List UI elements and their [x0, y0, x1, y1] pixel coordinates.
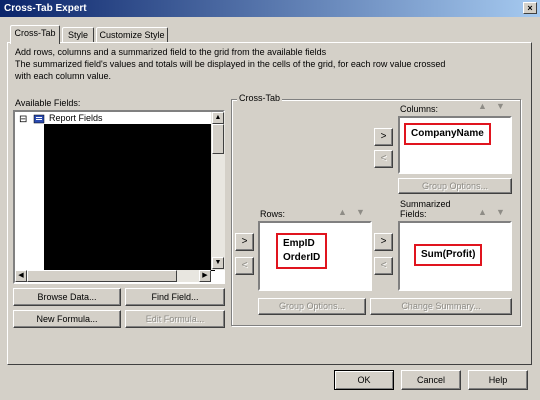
edit-formula-button[interactable]: Edit Formula...	[125, 310, 225, 328]
scroll-left-icon[interactable]: ◀	[15, 270, 27, 282]
tab-cross-tab[interactable]: Cross-Tab	[10, 25, 60, 44]
row-group-options-button[interactable]: Group Options...	[258, 298, 366, 315]
scroll-right-icon[interactable]: ▶	[199, 270, 211, 282]
scroll-down-icon[interactable]: ▼	[212, 257, 224, 269]
move-up-icon[interactable]: ▲	[478, 101, 487, 111]
summarized-fields-label: Summarized	[400, 199, 451, 209]
move-down-icon[interactable]: ▼	[356, 207, 365, 217]
description-line: The summarized field's values and totals…	[15, 59, 446, 69]
tree-root-label[interactable]: Report Fields	[49, 113, 103, 123]
column-group-options-button[interactable]: Group Options...	[398, 178, 512, 194]
change-summary-button[interactable]: Change Summary...	[370, 298, 512, 315]
tab-label: Style	[67, 30, 88, 40]
find-field-button[interactable]: Find Field...	[125, 288, 225, 306]
rows-label: Rows:	[260, 209, 286, 219]
move-up-icon[interactable]: ▲	[338, 207, 347, 217]
cross-tab-group-title: Cross-Tab	[237, 93, 283, 103]
cancel-button[interactable]: Cancel	[401, 370, 461, 390]
add-column-button[interactable]: >	[374, 128, 393, 146]
tab-label: Cross-Tab	[14, 28, 56, 38]
summarized-fields-list[interactable]: Sum(Profit)	[398, 221, 512, 291]
add-row-button[interactable]: >	[235, 233, 254, 251]
tab-style[interactable]: Style	[62, 27, 94, 43]
help-button[interactable]: Help	[468, 370, 528, 390]
move-up-icon[interactable]: ▲	[478, 207, 487, 217]
add-summarized-field-button[interactable]: >	[374, 233, 393, 251]
close-button[interactable]: ×	[523, 2, 537, 14]
move-down-icon[interactable]: ▼	[496, 207, 505, 217]
available-fields-label: Available Fields:	[15, 98, 81, 108]
rows-list[interactable]: EmpID OrderID	[258, 221, 372, 291]
tab-label: Customize Style	[99, 30, 165, 40]
column-field-item[interactable]: CompanyName	[404, 123, 491, 145]
horizontal-scrollbar[interactable]: ◀ ▶	[15, 270, 211, 282]
close-icon: ×	[527, 3, 533, 13]
browse-data-button[interactable]: Browse Data...	[13, 288, 121, 306]
row-field: OrderID	[283, 252, 321, 263]
description-line: with each column value.	[15, 71, 112, 81]
new-formula-button[interactable]: New Formula...	[13, 310, 121, 328]
available-fields-tree[interactable]: ⊟ Report Fields ▲ ▼ ◀ ▶	[13, 110, 225, 284]
remove-column-button[interactable]: <	[374, 150, 393, 168]
redacted-field-list	[44, 124, 215, 271]
columns-list[interactable]: CompanyName	[398, 116, 512, 174]
ok-button[interactable]: OK	[334, 370, 394, 390]
scroll-up-icon[interactable]: ▲	[212, 112, 224, 124]
row-fields-item[interactable]: EmpID OrderID	[276, 233, 328, 269]
remove-summarized-field-button[interactable]: <	[374, 257, 393, 275]
description-line: Add rows, columns and a summarized field…	[15, 47, 327, 57]
report-fields-icon	[33, 114, 45, 124]
move-down-icon[interactable]: ▼	[496, 101, 505, 111]
vertical-scrollbar[interactable]: ▲ ▼	[211, 112, 225, 270]
tree-expander-icon[interactable]: ⊟	[19, 114, 27, 125]
title-bar: Cross-Tab Expert	[0, 0, 540, 17]
summarized-fields-label: Fields:	[400, 209, 427, 219]
tab-customize-style[interactable]: Customize Style	[96, 27, 168, 43]
window-title: Cross-Tab Expert	[4, 3, 87, 14]
scroll-thumb[interactable]	[212, 124, 224, 154]
columns-label: Columns:	[400, 104, 439, 114]
scroll-thumb[interactable]	[27, 270, 177, 282]
row-field: EmpID	[283, 238, 315, 249]
summarized-field-item[interactable]: Sum(Profit)	[414, 244, 483, 266]
remove-row-button[interactable]: <	[235, 257, 254, 275]
